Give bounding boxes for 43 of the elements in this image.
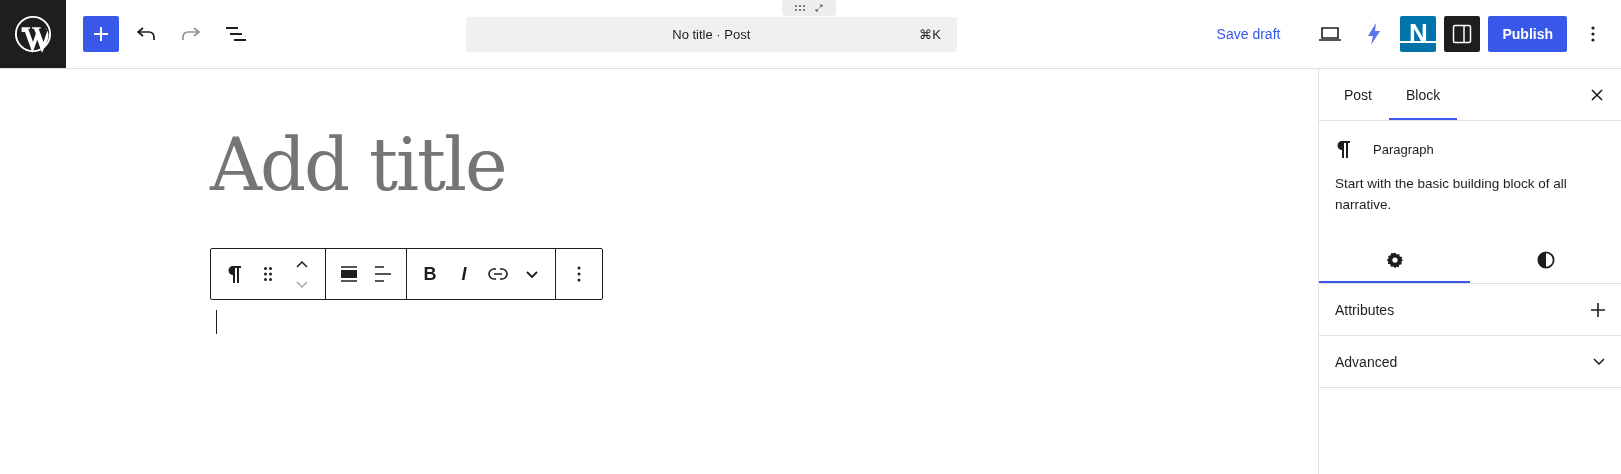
more-vertical-icon [577,266,581,282]
lightning-icon [1368,23,1381,45]
paragraph-icon [1335,139,1351,159]
site-logo[interactable] [0,0,66,68]
panel-section-toggle[interactable]: Attributes [1319,284,1621,336]
drag-icon [795,5,805,11]
expand-icon [815,4,823,12]
paragraph-icon [226,264,242,284]
align-left-icon [374,266,392,282]
chevron-up-icon [296,260,308,268]
block-description: Start with the basic building block of all narrative. [1335,175,1568,214]
chevron-down-icon [296,280,308,288]
undo-icon [137,27,155,41]
plus-icon [94,27,108,41]
keyboard-shortcut: ⌘K [919,26,941,42]
gear-icon [1385,251,1404,269]
settings-sidebar-button[interactable] [1444,16,1481,52]
plugin-button[interactable]: N [1400,16,1437,52]
laptop-icon [1319,27,1342,41]
contrast-icon [1536,251,1555,269]
more-vertical-icon [1591,26,1595,42]
align-wide-icon [340,266,358,282]
block-name: Paragraph [1373,141,1434,157]
redo-icon [182,27,200,41]
command-palette-button[interactable]: No title · Post ⌘K [465,16,957,52]
sidebar-tab[interactable]: Post [1327,69,1389,120]
sidebar-tab[interactable]: Block [1389,69,1458,120]
save-draft-link[interactable]: Save draft [1206,18,1291,50]
panel-section-toggle[interactable]: Advanced [1319,336,1621,388]
drag-icon [264,267,272,281]
publish-button[interactable]: Publish [1488,16,1567,52]
list-icon [226,27,246,41]
link-icon [488,268,508,280]
add-block-button[interactable] [83,16,119,52]
sidebar-icon [1452,24,1473,44]
wordpress-logo-icon [14,15,52,53]
text-cursor [216,310,217,334]
drag-handle[interactable] [782,0,836,16]
italic-button[interactable]: I [447,250,481,298]
title-placeholder[interactable]: Add title [210,129,506,201]
chevron-down-icon [526,270,538,278]
bold-button[interactable]: B [413,250,447,298]
close-icon [1591,88,1603,101]
